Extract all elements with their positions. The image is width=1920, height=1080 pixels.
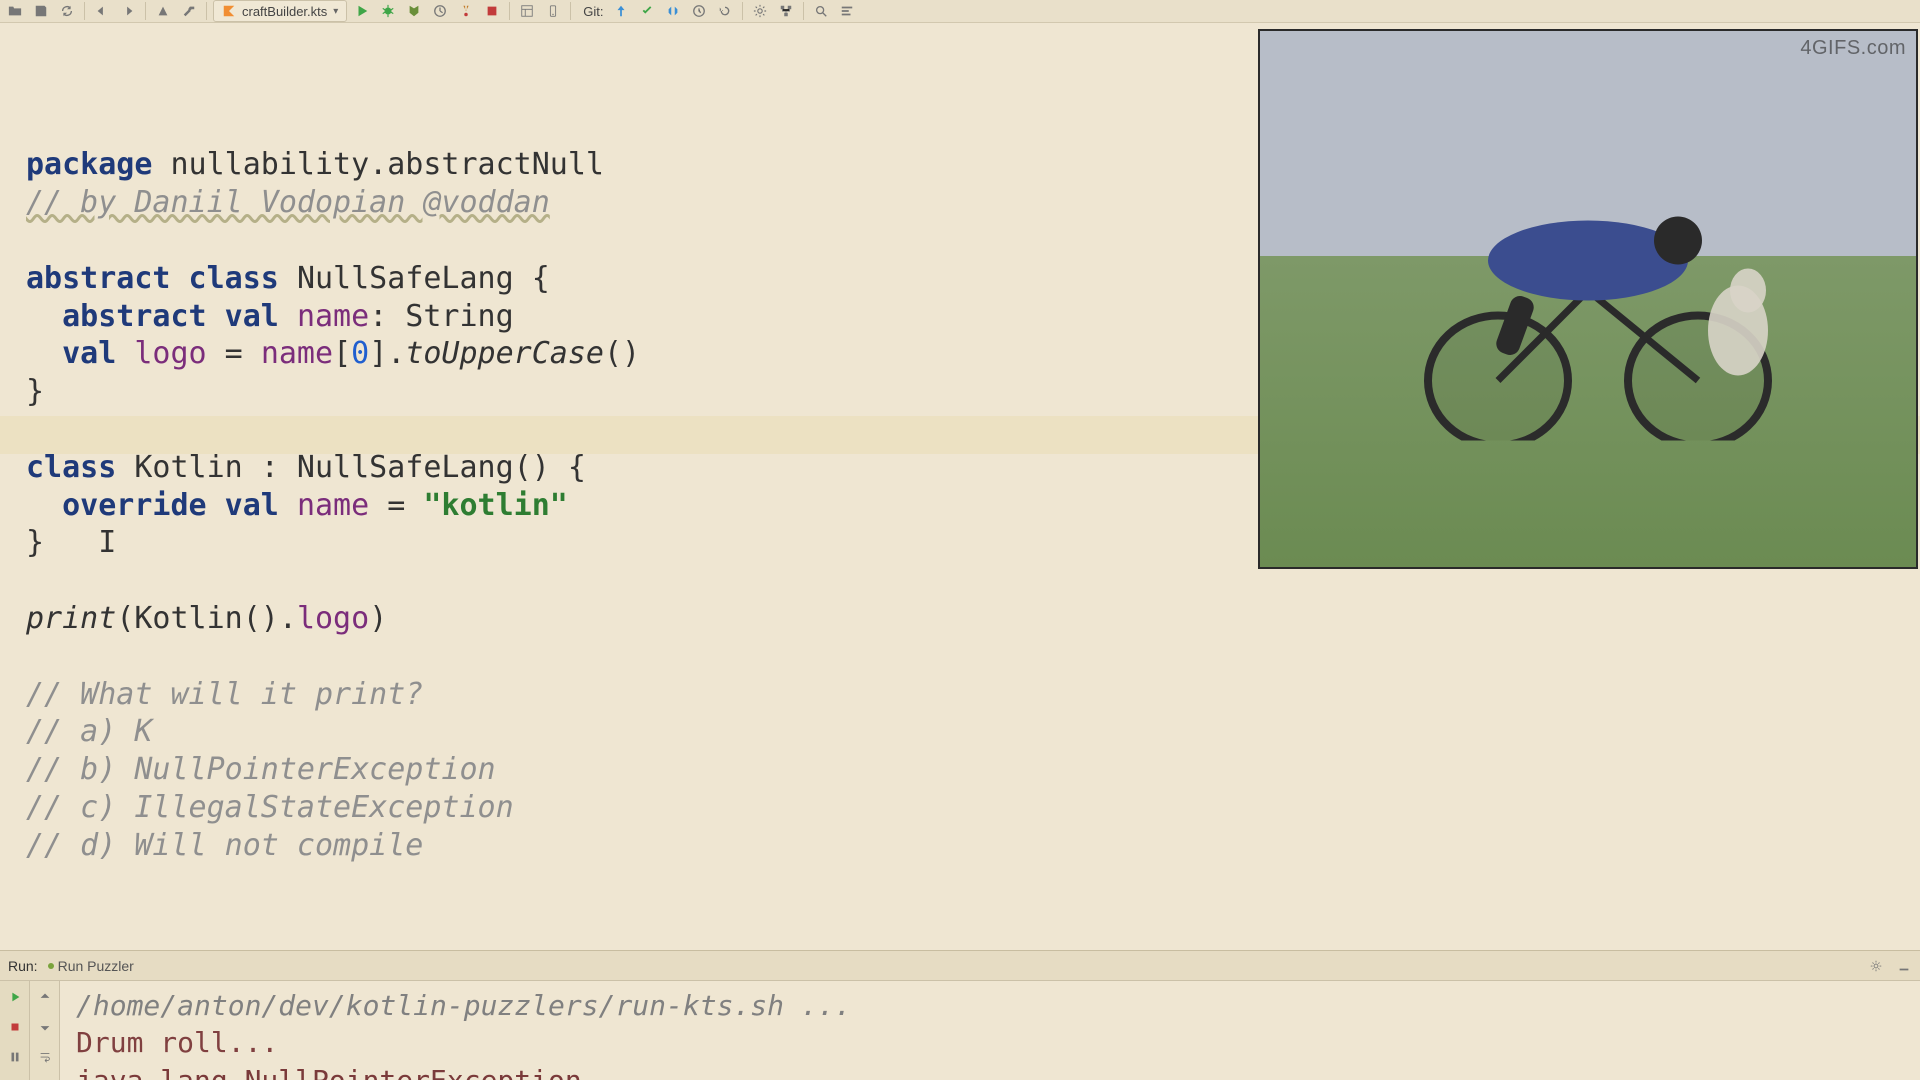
git-label: Git: [583, 4, 603, 19]
run-panel-header: Run: Run Puzzler [0, 951, 1920, 981]
run-panel-config-tab[interactable]: Run Puzzler [48, 958, 134, 974]
console-output[interactable]: /home/anton/dev/kotlin-puzzlers/run-kts.… [60, 981, 1920, 1080]
tool-settings-icon[interactable] [1866, 956, 1886, 976]
soft-wrap-icon[interactable] [35, 1047, 55, 1067]
editor-area: package nullability.abstractNull// by Da… [0, 23, 1920, 950]
avd-icon[interactable] [542, 0, 564, 22]
run-panel-body: /home/anton/dev/kotlin-puzzlers/run-kts.… [0, 981, 1920, 1080]
toolbar-separator [206, 2, 207, 20]
kotlin-file-icon [222, 4, 236, 18]
gif-panel: 4GIFS.com [1258, 29, 1918, 569]
run-gutter-primary [0, 981, 30, 1080]
undo-icon[interactable] [91, 0, 113, 22]
settings-icon[interactable] [749, 0, 771, 22]
vcs-history-icon[interactable] [688, 0, 710, 22]
attach-debugger-icon[interactable] [455, 0, 477, 22]
main-toolbar: craftBuilder.kts ▾ Git: [0, 0, 1920, 23]
vcs-compare-icon[interactable] [662, 0, 684, 22]
console-line: java.lang.NullPointerException [76, 1062, 1904, 1080]
layout-icon[interactable] [516, 0, 538, 22]
pause-icon[interactable] [5, 1047, 25, 1067]
console-command: /home/anton/dev/kotlin-puzzlers/run-kts.… [76, 987, 1904, 1024]
run-tool-window: Run: Run Puzzler /home/anton/dev/kotlin-… [0, 950, 1920, 1080]
chevron-down-icon: ▾ [333, 6, 338, 17]
hammer-icon[interactable] [178, 0, 200, 22]
run-panel-title: Run: [8, 958, 38, 974]
stop-process-icon[interactable] [5, 1017, 25, 1037]
structure-icon[interactable] [836, 0, 858, 22]
toolbar-separator [742, 2, 743, 20]
run-config-name: craftBuilder.kts [242, 4, 327, 19]
toolbar-separator [570, 2, 571, 20]
gif-watermark: 4GIFS.com [1800, 37, 1906, 60]
vcs-update-icon[interactable] [610, 0, 632, 22]
debug-icon[interactable] [377, 0, 399, 22]
toolbar-separator [145, 2, 146, 20]
save-icon[interactable] [30, 0, 52, 22]
run-config-selector[interactable]: craftBuilder.kts ▾ [213, 0, 347, 22]
vcs-commit-icon[interactable] [636, 0, 658, 22]
search-icon[interactable] [810, 0, 832, 22]
cyclist-illustration [1358, 150, 1818, 440]
open-file-icon[interactable] [4, 0, 26, 22]
run-icon[interactable] [351, 0, 373, 22]
console-line: Drum roll... [76, 1024, 1904, 1061]
project-structure-icon[interactable] [775, 0, 797, 22]
sync-icon[interactable] [56, 0, 78, 22]
run-panel-config-name: Run Puzzler [58, 958, 134, 974]
run-gutter-secondary [30, 981, 60, 1080]
build-icon[interactable] [152, 0, 174, 22]
scroll-up-icon[interactable] [35, 987, 55, 1007]
redo-icon[interactable] [117, 0, 139, 22]
toolbar-separator [509, 2, 510, 20]
vcs-revert-icon[interactable] [714, 0, 736, 22]
minimize-icon[interactable] [1894, 956, 1914, 976]
stop-icon[interactable] [481, 0, 503, 22]
rerun-icon[interactable] [5, 987, 25, 1007]
coverage-icon[interactable] [403, 0, 425, 22]
toolbar-separator [803, 2, 804, 20]
toolbar-separator [84, 2, 85, 20]
profile-icon[interactable] [429, 0, 451, 22]
run-status-dot-icon [48, 963, 54, 969]
scroll-down-icon[interactable] [35, 1017, 55, 1037]
